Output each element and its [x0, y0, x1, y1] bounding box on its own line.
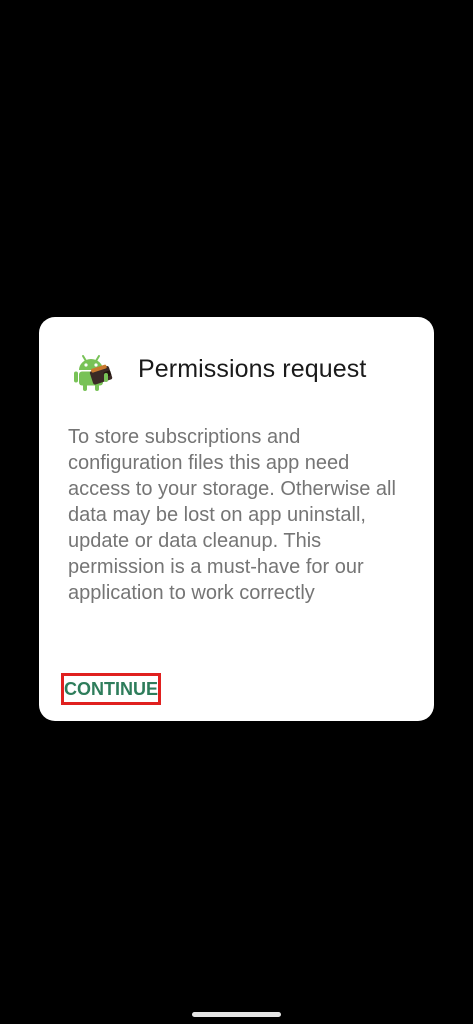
gesture-nav-handle[interactable] — [192, 1012, 281, 1017]
dialog-title: Permissions request — [138, 355, 367, 383]
dialog-button-row: CONTINUE — [61, 673, 181, 709]
continue-button[interactable]: CONTINUE — [61, 673, 161, 705]
permissions-dialog: Permissions request To store subscriptio… — [39, 317, 434, 721]
dialog-message: To store subscriptions and configuration… — [68, 426, 396, 604]
screen-background: Permissions request To store subscriptio… — [0, 0, 473, 1024]
android-app-icon — [71, 349, 115, 393]
dialog-header: Permissions request — [39, 317, 434, 427]
